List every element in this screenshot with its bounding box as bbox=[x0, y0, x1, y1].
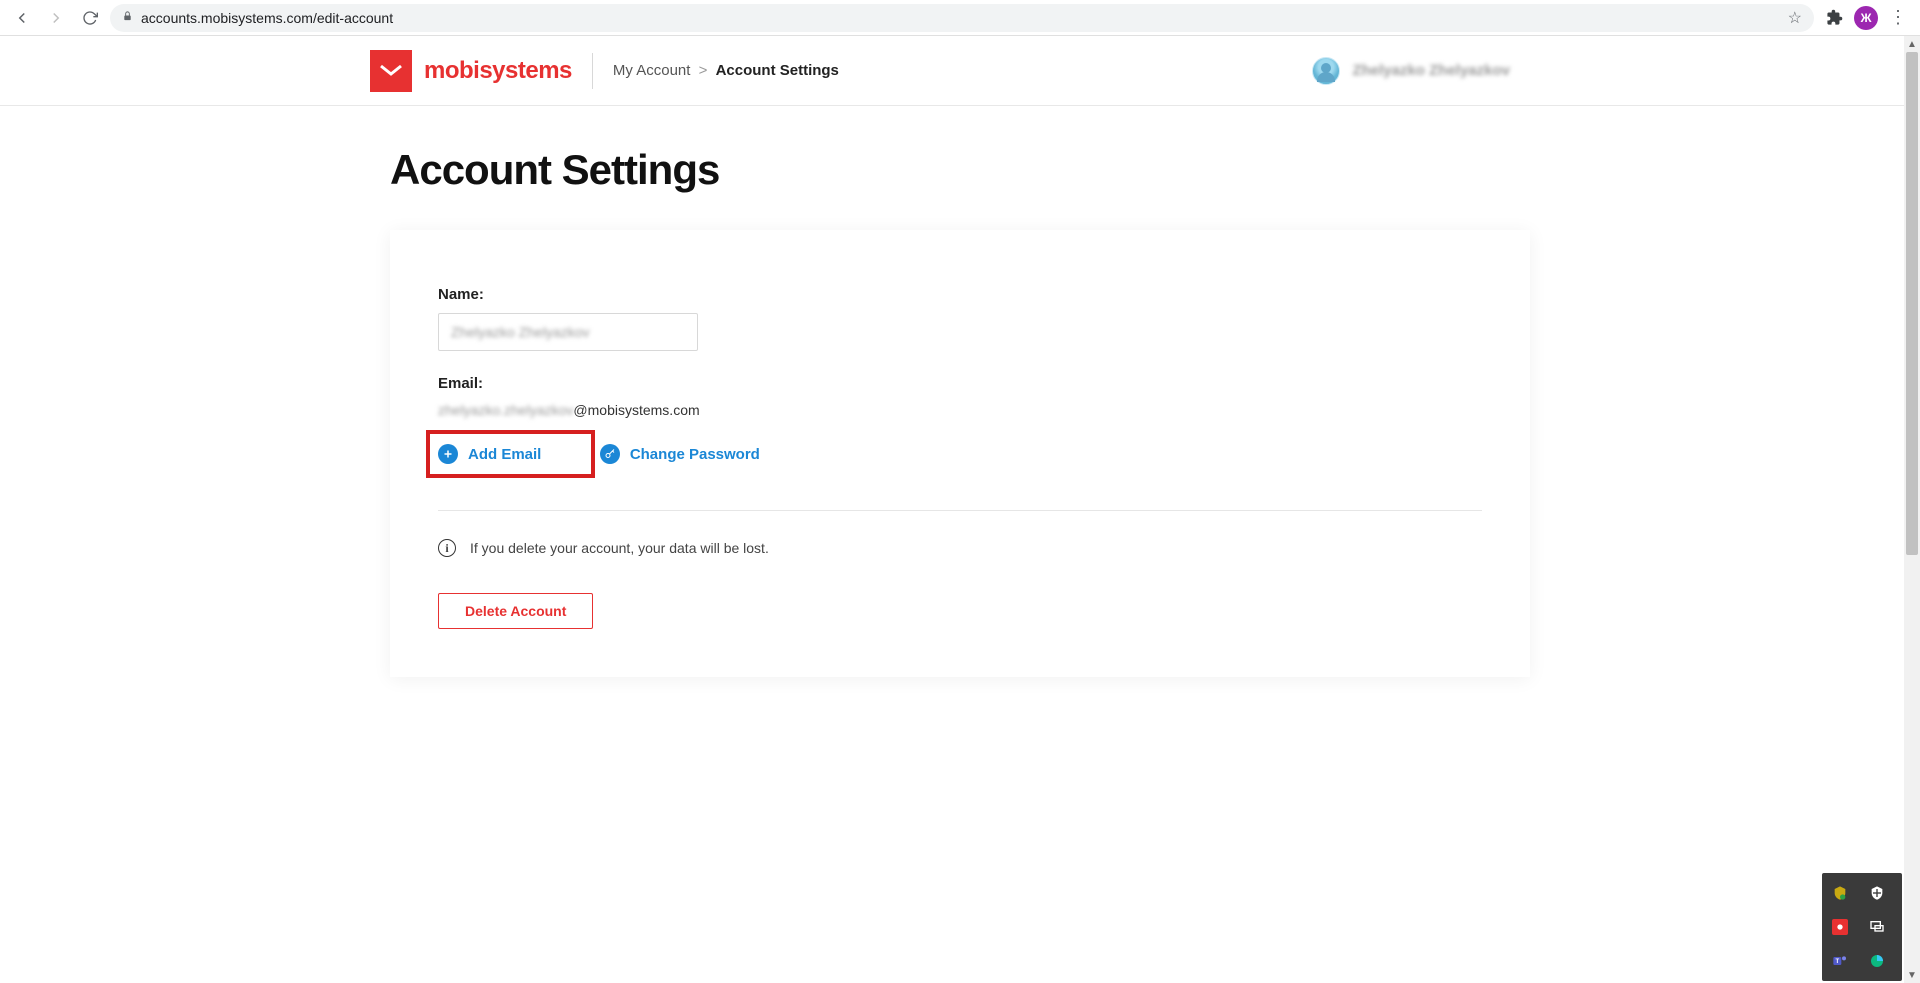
reload-button[interactable] bbox=[76, 4, 104, 32]
breadcrumb-root[interactable]: My Account bbox=[613, 62, 691, 79]
section-divider bbox=[438, 510, 1482, 511]
tray-record-icon[interactable] bbox=[1830, 917, 1850, 937]
add-email-button[interactable]: Add Email bbox=[426, 430, 595, 478]
browser-menu-button[interactable]: ⋮ bbox=[1884, 4, 1912, 32]
scroll-down-icon[interactable]: ▼ bbox=[1907, 967, 1917, 983]
page-viewport: mobisystems My Account > Account Setting… bbox=[0, 36, 1920, 983]
bookmark-star-icon[interactable]: ☆ bbox=[1788, 8, 1802, 28]
name-field-group: Name: Zhelyazko Zhelyazkov bbox=[438, 286, 1482, 351]
brand-name: mobisystems bbox=[424, 57, 572, 85]
avatar-icon bbox=[1312, 57, 1340, 85]
email-domain-part: @mobisystems.com bbox=[573, 402, 699, 418]
scroll-up-icon[interactable]: ▲ bbox=[1907, 36, 1917, 52]
forward-button[interactable] bbox=[42, 4, 70, 32]
user-display-name: Zhelyazko Zhelyazkov bbox=[1352, 62, 1510, 79]
address-bar[interactable]: accounts.mobisystems.com/edit-account ☆ bbox=[110, 4, 1814, 32]
tray-teams-icon[interactable]: T bbox=[1830, 951, 1850, 971]
breadcrumb-current: Account Settings bbox=[716, 62, 839, 79]
delete-warning-text: If you delete your account, your data wi… bbox=[470, 540, 769, 556]
scroll-thumb[interactable] bbox=[1906, 52, 1918, 555]
change-password-label: Change Password bbox=[630, 446, 760, 463]
back-button[interactable] bbox=[8, 4, 36, 32]
email-label: Email: bbox=[438, 375, 1482, 392]
lock-icon bbox=[122, 10, 133, 25]
name-input-value: Zhelyazko Zhelyazkov bbox=[451, 324, 590, 340]
browser-profile-avatar[interactable]: Ж bbox=[1854, 6, 1878, 30]
info-icon: i bbox=[438, 539, 456, 557]
logo-mark-icon bbox=[370, 50, 412, 92]
breadcrumb: My Account > Account Settings bbox=[613, 62, 839, 79]
email-value: zhelyazko.zhelyazkov@mobisystems.com bbox=[438, 402, 1482, 418]
add-email-label: Add Email bbox=[468, 446, 541, 463]
brand-logo[interactable]: mobisystems bbox=[370, 50, 572, 92]
key-icon bbox=[600, 444, 620, 464]
tray-defender-icon[interactable] bbox=[1867, 883, 1887, 903]
change-password-button[interactable]: Change Password bbox=[600, 444, 760, 464]
delete-warning-row: i If you delete your account, your data … bbox=[438, 539, 1482, 557]
app-header: mobisystems My Account > Account Setting… bbox=[0, 36, 1920, 106]
tray-display-icon[interactable] bbox=[1867, 917, 1887, 937]
svg-text:T: T bbox=[1835, 959, 1839, 965]
page-title: Account Settings bbox=[390, 146, 1530, 194]
header-divider bbox=[592, 53, 593, 89]
breadcrumb-separator: > bbox=[699, 62, 708, 79]
extensions-icon[interactable] bbox=[1820, 4, 1848, 32]
delete-account-button[interactable]: Delete Account bbox=[438, 593, 593, 629]
tray-edge-icon[interactable] bbox=[1867, 951, 1887, 971]
browser-toolbar: accounts.mobisystems.com/edit-account ☆ … bbox=[0, 0, 1920, 36]
email-field-group: Email: zhelyazko.zhelyazkov@mobisystems.… bbox=[438, 375, 1482, 478]
name-input[interactable]: Zhelyazko Zhelyazkov bbox=[438, 313, 698, 351]
system-tray: T bbox=[1822, 873, 1902, 981]
settings-card: Name: Zhelyazko Zhelyazkov Email: zhelya… bbox=[390, 230, 1530, 677]
vertical-scrollbar[interactable]: ▲ ▼ bbox=[1904, 36, 1920, 983]
email-local-part: zhelyazko.zhelyazkov bbox=[438, 402, 573, 418]
scroll-track[interactable] bbox=[1904, 52, 1920, 967]
plus-icon bbox=[438, 444, 458, 464]
url-text: accounts.mobisystems.com/edit-account bbox=[141, 10, 1780, 26]
user-menu[interactable]: Zhelyazko Zhelyazkov bbox=[1312, 57, 1510, 85]
tray-shield-icon[interactable] bbox=[1830, 883, 1850, 903]
name-label: Name: bbox=[438, 286, 1482, 303]
